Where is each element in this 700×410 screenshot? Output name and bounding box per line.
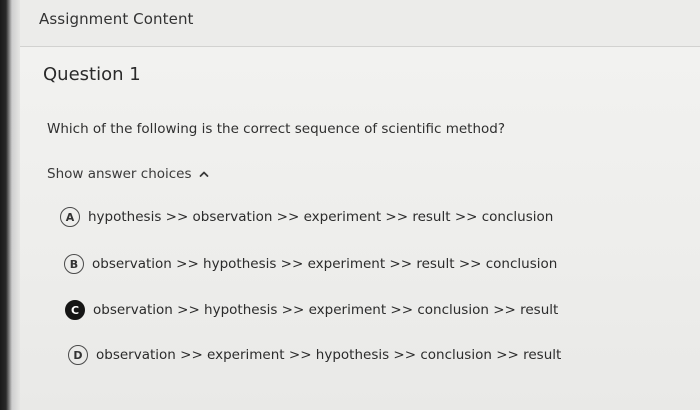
choice-letter-badge: A bbox=[60, 207, 80, 227]
answer-choice-b[interactable]: B observation >> hypothesis >> experimen… bbox=[64, 254, 557, 274]
toggle-label: Show answer choices bbox=[47, 166, 192, 182]
choice-text: hypothesis >> observation >> experiment … bbox=[88, 209, 554, 225]
assignment-header: Assignment Content bbox=[20, 0, 700, 47]
question-title: Question 1 bbox=[43, 64, 141, 85]
question-prompt: Which of the following is the correct se… bbox=[47, 121, 506, 137]
choice-text: observation >> hypothesis >> experiment … bbox=[93, 302, 559, 318]
window-edge bbox=[0, 0, 20, 410]
show-answer-choices-toggle[interactable]: Show answer choices bbox=[47, 166, 209, 182]
choice-text: observation >> experiment >> hypothesis … bbox=[96, 347, 562, 363]
question-card: Question 1 Which of the following is the… bbox=[20, 47, 700, 410]
answer-choice-d[interactable]: D observation >> experiment >> hypothesi… bbox=[68, 345, 561, 365]
answer-choice-a[interactable]: A hypothesis >> observation >> experimen… bbox=[60, 207, 553, 227]
chevron-up-icon bbox=[199, 171, 208, 177]
assignment-title: Assignment Content bbox=[39, 10, 194, 28]
choice-letter-badge-selected: C bbox=[65, 300, 85, 320]
choice-text: observation >> hypothesis >> experiment … bbox=[92, 256, 558, 272]
choice-letter-badge: B bbox=[64, 254, 84, 274]
choice-letter-badge: D bbox=[68, 345, 88, 365]
answer-choice-c[interactable]: C observation >> hypothesis >> experimen… bbox=[65, 300, 558, 320]
